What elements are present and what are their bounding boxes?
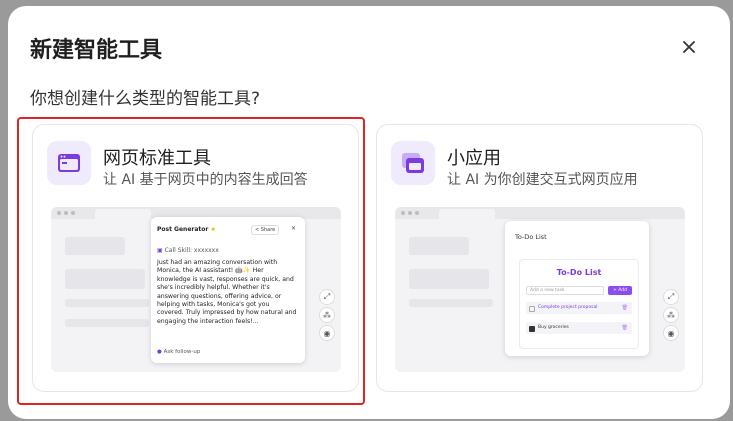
share-button: < Share <box>251 225 280 235</box>
card-title: 小应用 <box>447 148 501 169</box>
preview-block <box>65 237 125 255</box>
skill-icon: ▣ <box>157 247 163 254</box>
todo-input: Add a new task <box>526 286 604 295</box>
chat-title: Post Generator ★ <box>157 226 216 233</box>
mini-app-preview: ⤢ ⁂ ◉ To-Do List To-Do List Add a new ta… <box>395 207 685 372</box>
todo-item: Complete project proposal 🗑 <box>526 302 632 314</box>
browser-window-icon <box>47 141 91 185</box>
card-mini-app[interactable]: 小应用 让 AI 为你创建交互式网页应用 ⤢ ⁂ ◉ To-Do List To… <box>376 124 703 392</box>
todo-item: Buy groceries 🗑 <box>526 322 632 334</box>
trash-icon: 🗑 <box>621 305 628 311</box>
checkbox-icon <box>529 325 535 332</box>
grid-icon: ⁂ <box>319 307 335 323</box>
preview-block <box>409 269 489 289</box>
card-description: 让 AI 基于网页中的内容生成回答 <box>103 172 308 188</box>
dialog-subtitle: 你想创建什么类型的智能工具? <box>30 89 261 109</box>
new-tool-dialog: 新建智能工具 你想创建什么类型的智能工具? 网页标准工具 让 AI 基于网页中的… <box>8 6 730 419</box>
todo-title: To-Do List <box>556 268 602 277</box>
preview-tab <box>439 209 495 219</box>
close-icon[interactable] <box>678 36 700 58</box>
checkbox-icon <box>529 305 535 312</box>
card-description: 让 AI 为你创建交互式网页应用 <box>447 172 638 188</box>
preview-block <box>65 319 149 327</box>
card-web-standard-tool[interactable]: 网页标准工具 让 AI 基于网页中的内容生成回答 ⤢ ⁂ ◉ Post Gene… <box>32 124 359 392</box>
todo-panel: To-Do List To-Do List Add a new task + A… <box>505 221 649 356</box>
chat-message: Just had an amazing conversation with Mo… <box>157 259 297 325</box>
preview-block <box>65 299 149 307</box>
preview-block <box>409 237 469 255</box>
preview-tab <box>95 209 151 219</box>
chat-close-icon: ✕ <box>291 225 297 232</box>
web-tool-preview: ⤢ ⁂ ◉ Post Generator ★ < Share ✕ ▣ Call … <box>51 207 341 372</box>
dialog-title: 新建智能工具 <box>30 38 163 63</box>
card-title: 网页标准工具 <box>103 148 211 169</box>
todo-app: To-Do List Add a new task + Add Complete… <box>519 259 639 349</box>
preview-window-dots <box>401 211 419 215</box>
followup-input: ● Ask follow-up <box>157 349 201 355</box>
todo-panel-title: To-Do List <box>515 233 547 241</box>
grid-icon: ⁂ <box>663 307 679 323</box>
trash-icon: 🗑 <box>621 325 628 331</box>
expand-icon: ⤢ <box>663 289 679 305</box>
assistant-icon: ◉ <box>663 325 679 341</box>
todo-add-button: + Add <box>608 286 632 295</box>
skill-label: ▣ Call Skill: xxxxxxx <box>157 247 219 254</box>
followup-icon: ● <box>157 349 162 355</box>
expand-icon: ⤢ <box>319 289 335 305</box>
preview-block <box>65 269 145 289</box>
star-icon: ★ <box>210 226 216 233</box>
preview-block <box>409 299 493 307</box>
assistant-icon: ◉ <box>319 325 335 341</box>
preview-window-dots <box>57 211 75 215</box>
app-windows-icon <box>391 141 435 185</box>
chat-panel: Post Generator ★ < Share ✕ ▣ Call Skill:… <box>151 217 305 363</box>
